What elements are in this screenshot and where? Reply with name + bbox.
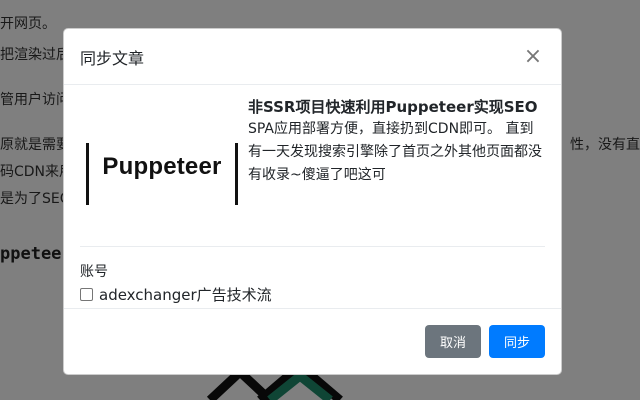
dialog-body: Puppeteer 非SSR项目快速利用Puppeteer实现SEO SPA应用… <box>64 85 561 321</box>
dialog-header: 同步文章 × <box>64 29 561 85</box>
dialog-title: 同步文章 <box>80 48 145 68</box>
close-icon: × <box>523 43 543 69</box>
account-checkbox[interactable] <box>80 288 93 301</box>
cancel-button[interactable]: 取消 <box>425 325 481 358</box>
sync-button[interactable]: 同步 <box>489 325 545 358</box>
article-description: SPA应用部署方便，直接扔到CDN即可。 直到有一天发现搜索引擎除了首页之外其他… <box>248 121 542 183</box>
account-name: adexchanger广告技术流 <box>99 286 272 304</box>
close-button[interactable]: × <box>521 45 545 69</box>
account-section: 账号 adexchanger广告技术流 <box>80 247 545 305</box>
article-info: 非SSR项目快速利用Puppeteer实现SEO SPA应用部署方便，直接扔到C… <box>244 98 545 246</box>
thumbnail-left-bar <box>86 143 89 205</box>
thumbnail-right-bar <box>235 143 238 205</box>
account-option[interactable]: adexchanger广告技术流 <box>80 284 545 305</box>
article-thumbnail: Puppeteer <box>80 101 244 231</box>
dialog-footer: 取消 同步 <box>64 308 561 374</box>
sync-article-dialog: 同步文章 × Puppeteer 非SSR项目快速利用Puppeteer实现SE… <box>63 28 562 375</box>
account-label: 账号 <box>80 264 108 280</box>
puppeteer-logo-text: Puppeteer <box>102 153 222 180</box>
article-card: Puppeteer 非SSR项目快速利用Puppeteer实现SEO SPA应用… <box>80 98 545 247</box>
article-title: 非SSR项目快速利用Puppeteer实现SEO <box>248 98 538 116</box>
